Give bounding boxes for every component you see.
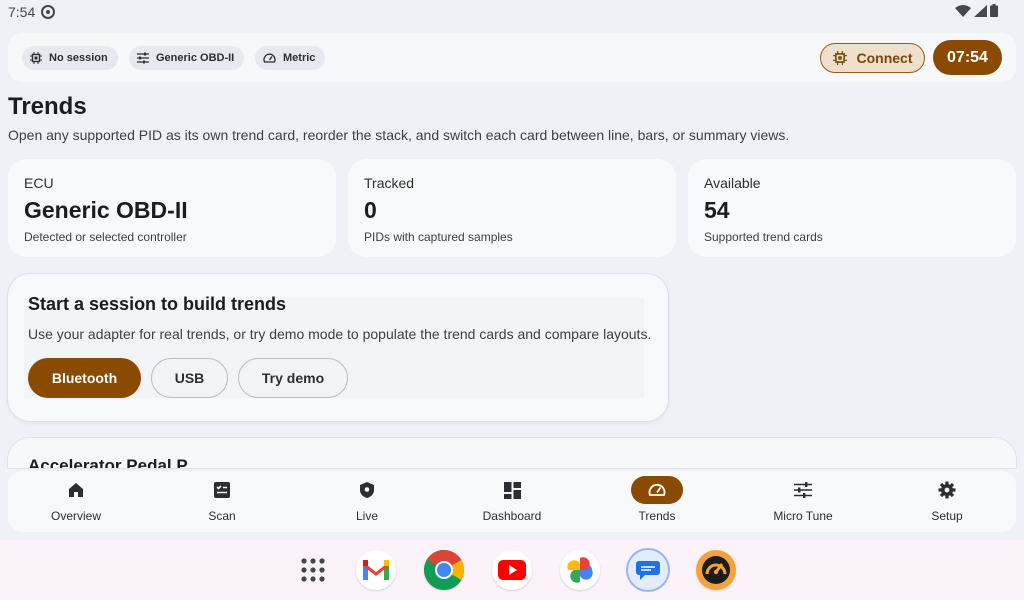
nav-label: Trends	[638, 509, 676, 523]
gmail-icon[interactable]	[356, 550, 396, 590]
stat-label: ECU	[24, 175, 54, 191]
signal-icon	[974, 4, 987, 17]
bluetooth-button[interactable]: Bluetooth	[28, 358, 141, 398]
checklist-icon	[214, 482, 230, 498]
stat-value: 54	[704, 197, 730, 223]
bottom-navigation: Overview Scan Live Dashboard Trends Micr…	[8, 471, 1016, 532]
nav-live[interactable]: Live	[297, 471, 437, 532]
nav-label: Scan	[208, 509, 236, 523]
stat-card-tracked: Tracked 0 PIDs with captured samples	[348, 159, 676, 257]
chip-label: Generic OBD-II	[156, 52, 235, 64]
chip-icon	[30, 52, 42, 64]
stat-card-ecu: ECU Generic OBD-II Detected or selected …	[8, 159, 336, 257]
stat-value: Generic OBD-II	[24, 197, 188, 223]
gear-icon	[938, 481, 956, 499]
session-text: Use your adapter for real trends, or try…	[28, 326, 652, 342]
battery-icon	[990, 4, 998, 17]
app-drawer-icon[interactable]	[300, 557, 326, 588]
clock-badge: 07:54	[933, 40, 1002, 75]
session-card: Start a session to build trends Use your…	[8, 274, 668, 421]
chrome-icon[interactable]	[424, 550, 464, 590]
top-app-bar: No session Generic OBD-II Metric Connect…	[8, 33, 1016, 82]
settings-notification-icon	[41, 5, 55, 24]
nav-trends[interactable]: Trends	[587, 471, 727, 532]
chip-icon	[832, 51, 847, 65]
stat-label: Tracked	[364, 175, 415, 191]
connect-button[interactable]: Connect	[820, 43, 925, 73]
home-icon	[69, 483, 83, 497]
units-chip[interactable]: Metric	[255, 46, 326, 70]
nav-indicator	[196, 476, 248, 504]
status-bar: 7:54	[0, 0, 1024, 24]
nav-dashboard[interactable]: Dashboard	[442, 471, 582, 532]
shield-icon	[360, 482, 374, 498]
page-title: Trends	[8, 93, 87, 120]
nav-label: Overview	[50, 509, 101, 523]
status-time: 7:54	[8, 4, 36, 20]
gauge-icon	[263, 53, 276, 63]
tune-icon	[137, 52, 149, 64]
system-icons	[955, 4, 998, 17]
nav-indicator	[921, 476, 973, 504]
nav-label: Dashboard	[482, 509, 542, 523]
trend-card-partial[interactable]: Accelerator Pedal P	[8, 438, 1016, 468]
messages-icon[interactable]	[628, 550, 668, 590]
stat-description: PIDs with captured samples	[364, 230, 513, 244]
chip-label: Metric	[283, 52, 316, 64]
session-chip[interactable]: No session	[22, 46, 118, 70]
clock-text: 07:54	[947, 48, 988, 66]
connect-label: Connect	[856, 50, 913, 66]
try-demo-button[interactable]: Try demo	[238, 358, 348, 398]
nav-indicator	[50, 476, 102, 504]
system-taskbar	[0, 540, 1024, 600]
trend-card-title: Accelerator Pedal P	[28, 456, 188, 468]
nav-scan[interactable]: Scan	[152, 471, 292, 532]
sliders-icon	[794, 482, 812, 498]
ecu-chip[interactable]: Generic OBD-II	[129, 46, 245, 70]
speedometer-icon	[648, 483, 666, 496]
page-subtitle: Open any supported PID as its own trend …	[8, 127, 790, 143]
youtube-icon[interactable]	[492, 550, 532, 590]
nav-indicator	[486, 476, 538, 504]
obd-app-icon[interactable]	[696, 550, 736, 590]
nav-setup[interactable]: Setup	[877, 471, 1017, 532]
nav-indicator	[777, 476, 829, 504]
nav-micro-tune[interactable]: Micro Tune	[733, 471, 873, 532]
nav-overview[interactable]: Overview	[6, 471, 146, 532]
dashboard-icon	[503, 481, 521, 499]
stat-label: Available	[704, 175, 761, 191]
nav-label: Micro Tune	[773, 509, 833, 523]
nav-indicator	[341, 476, 393, 504]
nav-label: Live	[355, 509, 378, 523]
usb-button[interactable]: USB	[151, 358, 228, 398]
session-title: Start a session to build trends	[28, 294, 287, 314]
stat-value: 0	[364, 197, 377, 223]
chip-label: No session	[49, 52, 108, 64]
photos-icon[interactable]	[560, 550, 600, 590]
stat-card-available: Available 54 Supported trend cards	[688, 159, 1016, 257]
nav-indicator	[631, 476, 683, 504]
stat-description: Supported trend cards	[704, 230, 823, 244]
nav-label: Setup	[931, 509, 963, 523]
wifi-icon	[955, 4, 971, 17]
stat-description: Detected or selected controller	[24, 230, 187, 244]
